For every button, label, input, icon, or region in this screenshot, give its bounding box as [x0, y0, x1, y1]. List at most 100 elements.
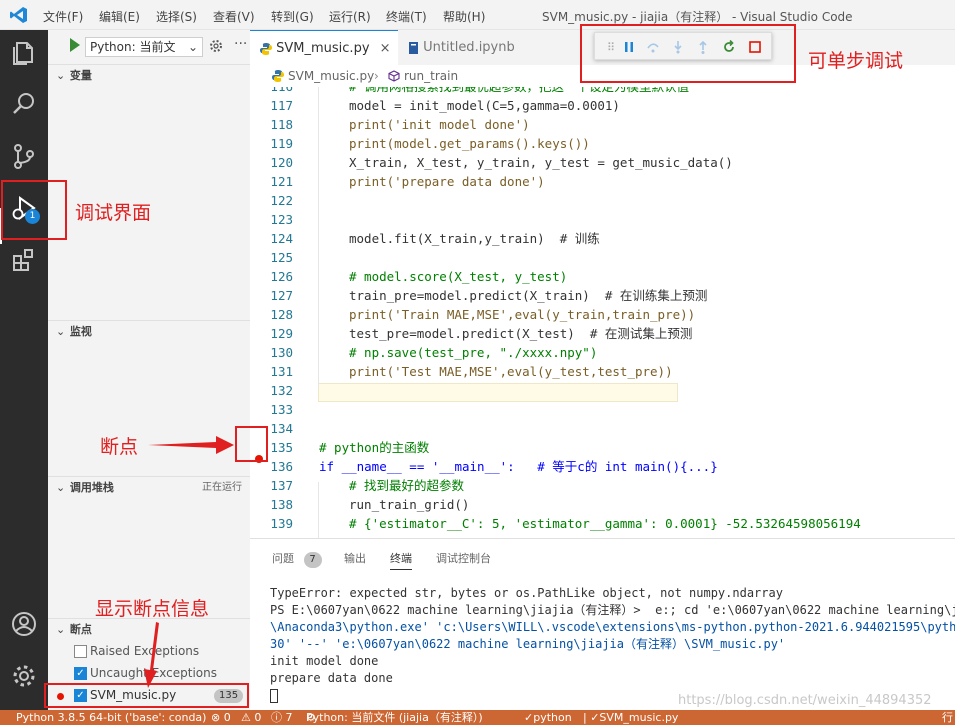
line-number[interactable]: 124	[250, 229, 293, 248]
code-line[interactable]: 133	[250, 400, 955, 419]
breakpoint-checkbox[interactable]	[74, 645, 87, 658]
code-line[interactable]: 118 print('init model done')	[250, 115, 955, 134]
line-number[interactable]: 137	[250, 476, 293, 495]
code-line[interactable]: 125	[250, 248, 955, 267]
code-line[interactable]: 135 # python的主函数	[250, 438, 955, 457]
line-number[interactable]: 133	[250, 400, 293, 419]
language-label: python	[533, 711, 572, 724]
info-count[interactable]: ⓘ 7	[271, 710, 293, 725]
code-view[interactable]: 116 # 调用网格搜索找到最优超参数，把这一个设定为模型默认值 117 model …	[250, 87, 955, 538]
debug-run-config-label: Python: 当前文件 (jiajia（有注释）)	[306, 711, 483, 724]
language-mode[interactable]: ✓ python	[524, 710, 572, 725]
code-line[interactable]: 136 if __name__ == '__main__': # 等于c的 int…	[250, 457, 955, 476]
menu-terminal[interactable]: 终端(T)	[386, 8, 427, 25]
menu-run[interactable]: 运行(R)	[329, 8, 371, 25]
code-line[interactable]: 129 test_pre=model.predict(X_test) # 在测试集…	[250, 324, 955, 343]
code-text: # python的主函数	[319, 440, 430, 455]
watch-section-header[interactable]: ⌄ 监视	[48, 321, 250, 343]
line-number[interactable]: 116	[250, 87, 293, 96]
watermark: https://blog.csdn.net/weixin_44894352	[678, 693, 932, 708]
menu-help[interactable]: 帮助(H)	[443, 8, 485, 25]
line-number[interactable]: 132	[250, 381, 293, 400]
breadcrumb-symbol[interactable]: run_train	[404, 65, 458, 87]
line-number[interactable]: 125	[250, 248, 293, 267]
breakpoints-section-title: 断点	[69, 623, 92, 636]
code-line[interactable]: 128 print('Train MAE,MSE',eval(y_train,tr…	[250, 305, 955, 324]
code-line[interactable]: 137 # 找到最好的超参数	[250, 476, 955, 495]
tab-debug-console[interactable]: 调试控制台	[436, 550, 491, 566]
editor-area: SVM_music.py × Untitled.ipynb SVM_music.…	[250, 30, 955, 538]
bottom-panel: 问题 7 输出 终端 调试控制台 TypeError: expected str…	[250, 538, 955, 710]
code-line[interactable]: 117 model = init_model(C=5,gamma=0.0001)	[250, 96, 955, 115]
menu-edit[interactable]: 编辑(E)	[99, 8, 140, 25]
search-icon[interactable]	[8, 88, 40, 120]
menu-selection[interactable]: 选择(S)	[156, 8, 197, 25]
python-interpreter[interactable]: Python 3.8.5 64-bit ('base': conda)	[16, 710, 206, 725]
close-tab-icon[interactable]: ×	[380, 41, 391, 56]
code-line[interactable]: 124 model.fit(X_train,y_train) # 训练	[250, 229, 955, 248]
tab-output[interactable]: 输出	[344, 550, 366, 566]
line-number[interactable]: 131	[250, 362, 293, 381]
code-line[interactable]: 122	[250, 191, 955, 210]
run-config-select[interactable]: Python: 当前文 ⌄	[85, 37, 203, 57]
code-line[interactable]: 121 print('prepare data done')	[250, 172, 955, 191]
python-file-icon	[272, 70, 284, 82]
code-line[interactable]: 127 train_pre=model.predict(X_train) # 在训…	[250, 286, 955, 305]
line-number[interactable]: 120	[250, 153, 293, 172]
code-line[interactable]: 131 print('Test MAE,MSE',eval(y_test,test…	[250, 362, 955, 381]
source-control-icon[interactable]	[8, 140, 40, 172]
extensions-icon[interactable]	[8, 244, 40, 276]
line-number[interactable]: 117	[250, 96, 293, 115]
tab-untitled-ipynb[interactable]: Untitled.ipynb	[398, 30, 528, 65]
code-line[interactable]: 132	[250, 381, 955, 400]
code-line[interactable]: 119 print(model.get_params().keys())	[250, 134, 955, 153]
code-line[interactable]: 139 # {'estimator__C': 5, 'estimator__gam…	[250, 514, 955, 533]
code-text: print(model.get_params().keys())	[349, 136, 590, 151]
active-file[interactable]: | ✓ SVM_music.py	[583, 710, 678, 725]
menu-go[interactable]: 转到(G)	[271, 8, 314, 25]
more-actions-icon[interactable]: ···	[234, 36, 247, 52]
code-line[interactable]: 134	[250, 419, 955, 438]
code-line[interactable]: 130 # np.save(test_pre, "./xxxx.npy")	[250, 343, 955, 362]
code-line[interactable]: 116 # 调用网格搜索找到最优超参数，把这一个设定为模型默认值	[250, 87, 955, 96]
menu-view[interactable]: 查看(V)	[213, 8, 255, 25]
line-number[interactable]: 118	[250, 115, 293, 134]
code-text: run_train_grid()	[349, 497, 470, 512]
code-text: print('Train MAE,MSE',eval(y_train,train…	[349, 307, 696, 322]
cursor-position[interactable]: 行	[942, 710, 953, 725]
code-line[interactable]: 126 # model.score(X_test, y_test)	[250, 267, 955, 286]
window-title: SVM_music.py - jiajia（有注释） - Visual Stud…	[542, 10, 853, 24]
start-debugging-icon[interactable]	[70, 38, 80, 52]
code-line[interactable]: 120 X_train, X_test, y_train, y_test = ge…	[250, 153, 955, 172]
terminal-line: \Anaconda3\python.exe' 'c:\Users\WILL\.v…	[270, 620, 955, 634]
line-number[interactable]: 123	[250, 210, 293, 229]
explorer-icon[interactable]	[8, 36, 40, 68]
callstack-section-header[interactable]: ⌄ 调用堆栈 正在运行	[48, 477, 250, 499]
line-number[interactable]: 122	[250, 191, 293, 210]
tab-problems[interactable]: 问题 7	[272, 550, 322, 568]
line-number[interactable]: 126	[250, 267, 293, 286]
settings-gear-icon[interactable]	[8, 660, 40, 692]
line-number[interactable]: 129	[250, 324, 293, 343]
terminal-output[interactable]: TypeError: expected str, bytes or os.Pat…	[270, 585, 955, 704]
line-number[interactable]: 119	[250, 134, 293, 153]
tab-terminal[interactable]: 终端	[390, 550, 412, 570]
activity-bar: 1	[0, 30, 48, 710]
account-icon[interactable]	[8, 608, 40, 640]
line-number[interactable]: 139	[250, 514, 293, 533]
line-number[interactable]: 128	[250, 305, 293, 324]
line-number[interactable]: 121	[250, 172, 293, 191]
breadcrumb-file[interactable]: SVM_music.py	[288, 65, 374, 87]
open-launch-json-gear-icon[interactable]	[209, 39, 223, 53]
menu-file[interactable]: 文件(F)	[43, 8, 83, 25]
line-number[interactable]: 138	[250, 495, 293, 514]
code-line[interactable]: 123	[250, 210, 955, 229]
variables-section-header[interactable]: ⌄ 变量	[48, 65, 250, 87]
errors-count[interactable]: ⊗ 0	[211, 710, 231, 725]
tab-svm-music[interactable]: SVM_music.py ×	[250, 30, 398, 65]
code-line[interactable]: 138 run_train_grid()	[250, 495, 955, 514]
line-number[interactable]: 127	[250, 286, 293, 305]
breakpoint-checkbox-checked[interactable]: ✓	[74, 667, 87, 680]
line-number[interactable]: 130	[250, 343, 293, 362]
warnings-count[interactable]: ⚠ 0	[241, 710, 261, 725]
